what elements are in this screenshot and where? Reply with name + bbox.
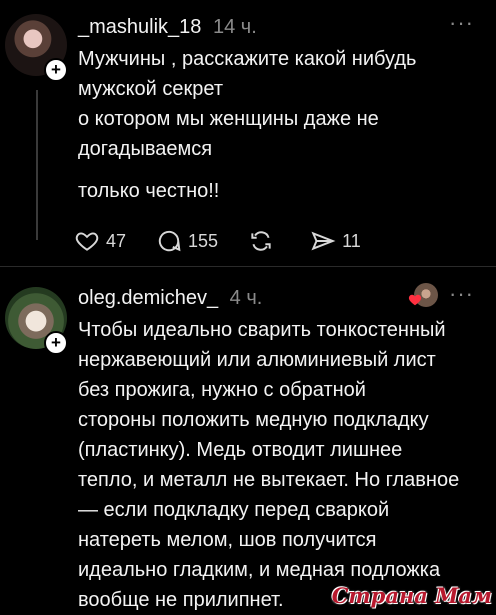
post-header: oleg.demichev_ 4 ч.: [78, 287, 262, 310]
action-bar: 47 155 11: [74, 226, 391, 256]
like-button[interactable]: 47: [74, 228, 126, 254]
comment-count: 155: [188, 230, 219, 251]
text-line: нержавеющий или алюминиевый лист: [78, 349, 436, 371]
heart-icon: [408, 294, 422, 306]
post-text: Мужчины , расскажите какой нибудь мужско…: [78, 44, 488, 218]
text-line: — если подкладку перед сваркой: [78, 499, 390, 521]
like-count: 47: [106, 230, 127, 251]
text-line: Мужчины , расскажите какой нибудь: [78, 48, 417, 70]
more-options-icon[interactable]: ···: [449, 281, 474, 307]
more-options-icon[interactable]: ···: [449, 10, 474, 36]
timestamp: 4 ч.: [229, 287, 263, 309]
text-line: только честно!!: [78, 180, 220, 202]
send-icon: [311, 231, 336, 251]
repost-button[interactable]: [248, 228, 280, 254]
text-line: Чтобы идеально сварить тонкостенный: [78, 319, 446, 341]
username[interactable]: _mashulik_18: [78, 16, 201, 38]
text-line: догадываемся: [78, 138, 213, 160]
repost-icon: [251, 231, 271, 251]
text-line: идеально гладким, и медная подложка: [78, 559, 441, 581]
follow-plus-icon[interactable]: +: [44, 58, 68, 82]
text-line: стороны положить медную подкладку: [78, 409, 429, 431]
comment-icon: [158, 230, 181, 252]
paragraph: только честно!!: [78, 176, 488, 206]
thread-line: [36, 90, 38, 240]
share-button[interactable]: 11: [310, 228, 361, 254]
post-header: _mashulik_18 14 ч.: [78, 16, 257, 39]
follow-plus-icon[interactable]: +: [44, 331, 68, 355]
paragraph: Мужчины , расскажите какой нибудь мужско…: [78, 44, 488, 164]
comment-button[interactable]: 155: [156, 228, 218, 254]
timestamp: 14 ч.: [212, 16, 257, 38]
watermark: Страна Мам: [331, 583, 492, 608]
text-line: тепло, и металл не вытекает. Но главное: [78, 469, 460, 491]
post-item: + _mashulik_18 14 ч. ··· Мужчины , расск…: [0, 0, 496, 266]
heart-icon: [75, 232, 99, 251]
post-text: Чтобы идеально сварить тонкостенный нерж…: [78, 315, 488, 615]
text-line: мужской секрет: [78, 78, 224, 100]
text-line: (пластинку). Медь отводит лишнее: [78, 439, 403, 461]
liked-by-author-indicator[interactable]: [408, 283, 438, 311]
text-line: без прожига, нужно с обратной: [78, 379, 366, 401]
post-item: + oleg.demichev_ 4 ч. ··· Чтобы идеально…: [0, 266, 496, 611]
share-count: 11: [342, 230, 361, 251]
username[interactable]: oleg.demichev_: [78, 287, 218, 309]
text-line: натереть мелом, шов получится: [78, 529, 377, 551]
text-line: о котором мы женщины даже не: [78, 108, 379, 130]
